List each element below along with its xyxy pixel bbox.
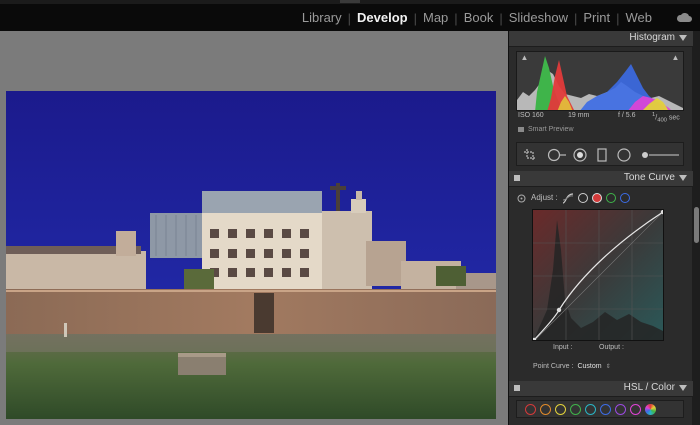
image-display-area bbox=[0, 31, 508, 425]
orange-swatch[interactable] bbox=[540, 404, 551, 415]
histogram-header[interactable]: Histogram bbox=[509, 31, 693, 47]
collapse-triangle-icon[interactable] bbox=[679, 35, 687, 41]
tool-strip bbox=[516, 142, 684, 166]
all-colors-icon[interactable] bbox=[645, 404, 656, 415]
shutter-unit: sec bbox=[668, 114, 680, 122]
rgb-channel-button[interactable] bbox=[578, 193, 588, 203]
right-panel: Histogram ▲ ▲ ISO 160 19 mm f / 5.6 1/40… bbox=[508, 31, 700, 425]
red-channel-button[interactable] bbox=[592, 193, 602, 203]
crop-icon[interactable] bbox=[523, 148, 537, 162]
module-book[interactable]: Book bbox=[458, 9, 500, 27]
scroll-thumb[interactable] bbox=[694, 207, 699, 243]
photo-preview[interactable] bbox=[6, 91, 496, 419]
shutter-den: 400 bbox=[657, 117, 667, 124]
top-strip bbox=[0, 0, 700, 4]
adjustment-brush-icon[interactable] bbox=[641, 148, 681, 162]
smart-preview-icon bbox=[518, 126, 524, 132]
module-web[interactable]: Web bbox=[620, 9, 659, 27]
red-swatch[interactable] bbox=[525, 404, 536, 415]
tone-curve-adjust-row: Adjust : bbox=[509, 190, 693, 206]
focal-length: 19 mm bbox=[568, 112, 590, 119]
highlight-clipping-icon[interactable]: ▲ bbox=[671, 54, 680, 62]
input-label: Input : bbox=[553, 344, 573, 351]
purple-swatch[interactable] bbox=[615, 404, 626, 415]
collapse-triangle-icon[interactable] bbox=[679, 385, 687, 391]
aperture-value: f / 5.6 bbox=[618, 112, 636, 119]
module-print[interactable]: Print bbox=[577, 9, 616, 27]
spot-removal-icon[interactable] bbox=[547, 148, 567, 162]
smart-preview-label: Smart Preview bbox=[528, 126, 574, 133]
module-library[interactable]: Library bbox=[296, 9, 348, 27]
curve-readout: Input : Output : bbox=[509, 344, 693, 356]
blue-swatch[interactable] bbox=[600, 404, 611, 415]
panel-switch-icon[interactable] bbox=[514, 175, 520, 181]
hsl-color-title: HSL / Color bbox=[623, 382, 675, 393]
graduated-filter-icon[interactable] bbox=[597, 148, 607, 162]
panel-switch-icon[interactable] bbox=[514, 385, 520, 391]
collapse-triangle-icon[interactable] bbox=[679, 175, 687, 181]
panel-scrollbar[interactable] bbox=[692, 31, 700, 425]
module-map[interactable]: Map bbox=[417, 9, 454, 27]
dropdown-arrows-icon: ⇕ bbox=[605, 364, 611, 370]
cloud-icon[interactable] bbox=[676, 11, 692, 23]
module-picker: Library | Develop | Map | Book | Slidesh… bbox=[296, 9, 658, 27]
adjust-label: Adjust : bbox=[531, 193, 558, 202]
green-swatch[interactable] bbox=[570, 404, 581, 415]
module-slideshow[interactable]: Slideshow bbox=[503, 9, 574, 27]
point-curve-label: Point Curve : bbox=[533, 363, 574, 370]
module-bar: Library | Develop | Map | Book | Slidesh… bbox=[0, 0, 700, 31]
panel-toggle-notch[interactable] bbox=[340, 0, 360, 3]
shutter-num: 1 bbox=[652, 112, 656, 118]
hsl-color-header[interactable]: HSL / Color bbox=[509, 381, 693, 397]
hsl-color-swatches bbox=[516, 400, 684, 418]
yellow-swatch[interactable] bbox=[555, 404, 566, 415]
green-channel-button[interactable] bbox=[606, 193, 616, 203]
red-eye-icon[interactable] bbox=[573, 148, 587, 162]
output-label: Output : bbox=[599, 344, 624, 351]
tone-curve-title: Tone Curve bbox=[623, 172, 675, 183]
parametric-curve-icon[interactable] bbox=[562, 193, 574, 204]
blue-channel-button[interactable] bbox=[620, 193, 630, 203]
histogram-title: Histogram bbox=[629, 32, 675, 43]
aqua-swatch[interactable] bbox=[585, 404, 596, 415]
module-develop[interactable]: Develop bbox=[351, 9, 414, 27]
histogram-graph[interactable]: ▲ ▲ bbox=[516, 51, 684, 111]
exif-info: ISO 160 19 mm f / 5.6 1/400 sec bbox=[516, 112, 684, 124]
target-adjust-icon[interactable] bbox=[517, 194, 526, 203]
point-curve-select[interactable]: Point Curve : Custom ⇕ bbox=[533, 363, 611, 370]
shadow-clipping-icon[interactable]: ▲ bbox=[520, 54, 529, 62]
point-curve-value[interactable]: Custom bbox=[577, 363, 601, 370]
iso-value: ISO 160 bbox=[518, 112, 544, 119]
tone-curve-graph[interactable] bbox=[532, 209, 664, 341]
shutter-value: 1/400 sec bbox=[652, 112, 680, 124]
tone-curve-header[interactable]: Tone Curve bbox=[509, 171, 693, 187]
radial-filter-icon[interactable] bbox=[617, 148, 631, 162]
magenta-swatch[interactable] bbox=[630, 404, 641, 415]
smart-preview-status[interactable]: Smart Preview bbox=[518, 126, 574, 133]
